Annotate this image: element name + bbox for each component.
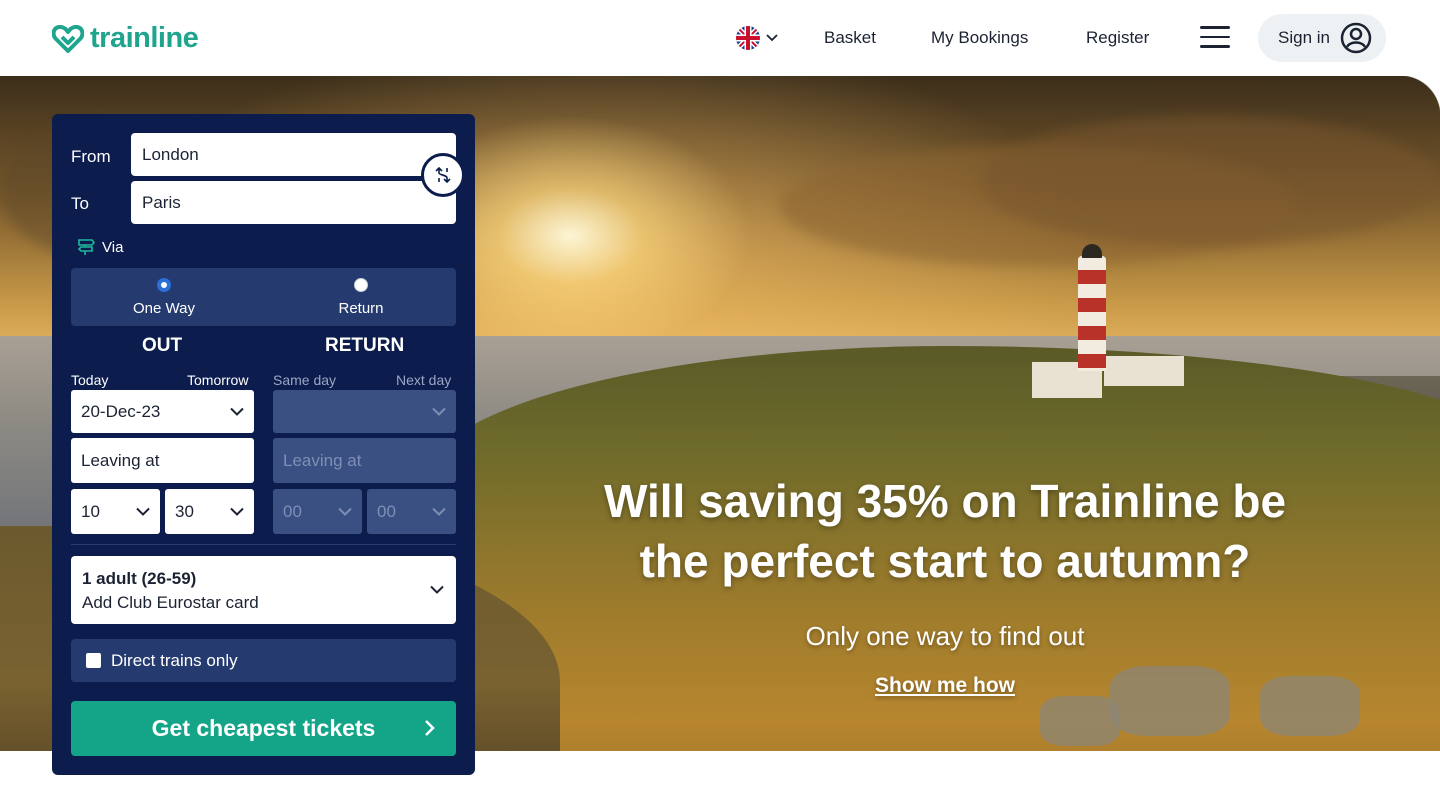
swap-stations-button[interactable]	[421, 153, 465, 197]
get-cheapest-tickets-button[interactable]: Get cheapest tickets	[71, 701, 456, 756]
to-input[interactable]: Paris	[131, 181, 456, 224]
sign-in-button[interactable]: Sign in	[1258, 14, 1386, 62]
direct-trains-checkbox[interactable]	[86, 653, 101, 668]
language-selector[interactable]	[736, 26, 778, 50]
out-minute-select[interactable]: 30	[165, 489, 254, 534]
today-shortcut[interactable]: Today	[71, 372, 108, 388]
next-day-shortcut[interactable]: Next day	[396, 372, 451, 388]
passengers-selector[interactable]: 1 adult (26-59) Add Club Eurostar card	[71, 556, 456, 624]
return-radio[interactable]	[354, 278, 368, 292]
uk-flag-icon	[736, 26, 760, 50]
trainline-logo[interactable]: trainline	[52, 22, 199, 55]
same-day-shortcut[interactable]: Same day	[273, 372, 336, 388]
one-way-label: One Way	[133, 300, 195, 317]
return-minute-select[interactable]: 00	[367, 489, 456, 534]
return-hour-value: 00	[283, 501, 302, 521]
swap-arrows-icon	[435, 166, 451, 184]
journey-search-panel: From London To Paris Via One Way Return …	[52, 114, 475, 775]
chevron-down-icon	[338, 507, 352, 516]
via-label: Via	[102, 238, 124, 256]
chevron-right-icon	[425, 720, 435, 736]
return-option[interactable]: Return	[306, 278, 416, 318]
railcard-summary: Add Club Eurostar card	[82, 593, 259, 612]
return-date-select[interactable]	[273, 390, 456, 433]
hero-copy: Will saving 35% on Trainline be the perf…	[600, 471, 1290, 698]
user-account-icon	[1340, 22, 1372, 54]
hero-corner	[1400, 76, 1440, 116]
lighthouse-lantern	[1082, 244, 1102, 258]
out-hour-value: 10	[81, 501, 100, 521]
out-time-mode-value: Leaving at	[81, 450, 160, 470]
chevron-down-icon	[432, 407, 446, 416]
signpost-icon	[77, 239, 96, 255]
out-hour-select[interactable]: 10	[71, 489, 160, 534]
hero-title: Will saving 35% on Trainline be the perf…	[603, 475, 1287, 587]
nav-register[interactable]: Register	[1086, 28, 1149, 48]
chevron-down-icon	[230, 407, 244, 416]
to-label: To	[71, 194, 89, 213]
logo-text: trainline	[90, 22, 199, 54]
heart-logo-icon	[52, 24, 84, 53]
cta-label: Get cheapest tickets	[151, 715, 376, 741]
nav-basket[interactable]: Basket	[824, 28, 876, 48]
lighthouse	[1078, 256, 1106, 371]
direct-trains-toggle[interactable]: Direct trains only	[71, 639, 456, 682]
tomorrow-shortcut[interactable]: Tomorrow	[187, 372, 248, 388]
return-minute-value: 00	[377, 501, 396, 521]
chevron-down-icon	[766, 34, 778, 42]
to-value: Paris	[142, 192, 181, 212]
from-value: London	[142, 144, 199, 164]
chevron-down-icon	[432, 507, 446, 516]
return-time-mode-select[interactable]: Leaving at	[273, 438, 456, 483]
nav-my-bookings[interactable]: My Bookings	[931, 28, 1028, 48]
show-me-how-link[interactable]: Show me how	[875, 674, 1015, 698]
hero-subtitle: Only one way to find out	[805, 621, 1085, 651]
direct-trains-label: Direct trains only	[111, 650, 238, 670]
from-input[interactable]: London	[131, 133, 456, 176]
chevron-down-icon	[430, 585, 444, 594]
add-via-button[interactable]: Via	[76, 238, 123, 256]
sign-in-label: Sign in	[1278, 28, 1330, 47]
one-way-option[interactable]: One Way	[109, 278, 219, 318]
out-date-value: 20-Dec-23	[81, 401, 161, 421]
chevron-down-icon	[136, 507, 150, 516]
from-label: From	[71, 147, 111, 166]
return-time-mode-value: Leaving at	[283, 450, 362, 470]
out-time-mode-select[interactable]: Leaving at	[71, 438, 254, 483]
passengers-summary: 1 adult (26-59)	[82, 569, 197, 588]
trip-type-selector: One Way Return	[71, 268, 456, 326]
top-header: trainline Basket My Bookings Register Si…	[0, 0, 1440, 76]
return-hour-select[interactable]: 00	[273, 489, 362, 534]
out-minute-value: 30	[175, 501, 194, 521]
out-heading: OUT	[142, 335, 183, 356]
divider	[71, 544, 456, 545]
keepers-cottage	[1104, 356, 1184, 386]
out-date-select[interactable]: 20-Dec-23	[71, 390, 254, 433]
chevron-down-icon	[230, 507, 244, 516]
return-heading: RETURN	[325, 335, 405, 356]
one-way-radio[interactable]	[157, 278, 171, 292]
hamburger-menu-icon[interactable]	[1200, 26, 1230, 50]
return-label: Return	[338, 300, 384, 317]
